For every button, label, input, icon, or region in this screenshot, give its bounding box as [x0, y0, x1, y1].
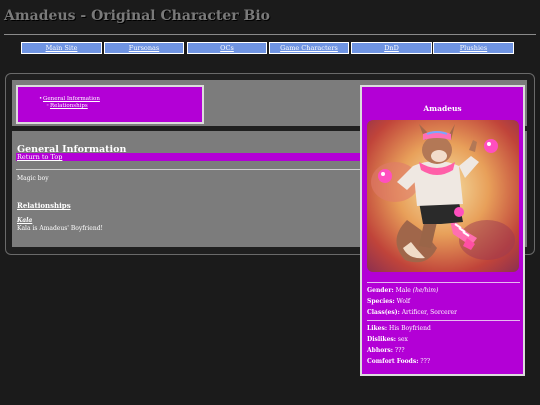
pronouns-value: (he/him) — [412, 287, 439, 294]
likes-value: His Boyfriend — [389, 325, 431, 332]
character-card: Amadeus Gender: Male (he/him) Species: W… — [360, 85, 525, 376]
toc-link-relationships[interactable]: Relationships — [50, 103, 88, 109]
comfort-foods-label: Comfort Foods: — [367, 358, 419, 365]
comfort-foods-value: ??? — [420, 358, 431, 365]
class-label: Class(es): — [367, 309, 400, 316]
toc-list: •General Information ◦Relationships — [39, 96, 100, 110]
dislikes-row: Dislikes: sex — [367, 336, 408, 343]
class-row: Class(es): Artificer, Sorcerer — [367, 309, 457, 316]
abhors-row: Abhors: ??? — [367, 347, 405, 354]
relationship-name: Kala — [17, 217, 33, 224]
card-divider — [367, 282, 520, 283]
nav-main-site-button[interactable]: Main Site — [21, 42, 102, 54]
abhors-value: ??? — [394, 347, 405, 354]
nav-fursonas-button[interactable]: Fursonas — [104, 42, 184, 54]
relationships-heading: Relationships — [17, 201, 71, 210]
toc-subitem: ◦Relationships — [39, 103, 100, 110]
section-divider — [16, 169, 366, 170]
toc-item: •General Information — [39, 96, 100, 103]
species-label: Species: — [367, 298, 395, 305]
gender-label: Gender: — [367, 287, 394, 294]
nav-game-characters-button[interactable]: Game Characters — [269, 42, 349, 54]
character-name: Amadeus — [423, 104, 462, 113]
species-value: Wolf — [396, 298, 411, 305]
toc-link-general-information[interactable]: General Information — [43, 96, 100, 102]
nav-dnd-button[interactable]: DnD — [351, 42, 432, 54]
abhors-label: Abhors: — [367, 347, 393, 354]
dislikes-value: sex — [397, 336, 408, 343]
dislikes-label: Dislikes: — [367, 336, 396, 343]
class-value: Artificer, Sorcerer — [401, 309, 457, 316]
table-of-contents: •General Information ◦Relationships — [16, 85, 204, 124]
character-illustration — [367, 120, 519, 272]
card-divider — [367, 320, 520, 321]
species-row: Species: Wolf — [367, 298, 410, 305]
likes-row: Likes: His Boyfriend — [367, 325, 431, 332]
nav-ocs-button[interactable]: OCs — [187, 42, 267, 54]
relationship-description: Kala is Amadeus' Boyfriend! — [17, 225, 103, 232]
general-information-text: Magic boy — [17, 175, 49, 182]
gender-row: Gender: Male (he/him) — [367, 287, 438, 294]
gender-value: Male — [395, 287, 411, 294]
character-portrait — [367, 120, 519, 272]
title-divider — [4, 34, 536, 35]
nav-plushies-button[interactable]: Plushies — [433, 42, 514, 54]
return-to-top-link[interactable]: Return to Top — [16, 153, 366, 161]
comfort-foods-row: Comfort Foods: ??? — [367, 358, 430, 365]
likes-label: Likes: — [367, 325, 388, 332]
page-title: Amadeus - Original Character Bio — [4, 8, 270, 24]
